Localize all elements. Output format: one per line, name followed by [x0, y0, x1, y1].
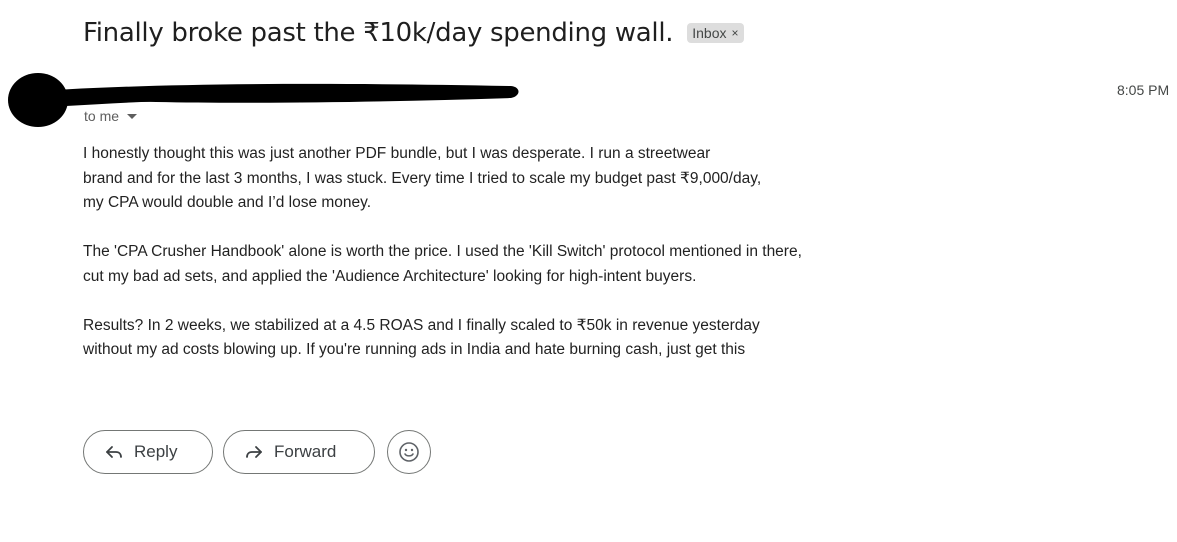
forward-arrow-icon: [246, 446, 262, 458]
email-subject: Finally broke past the ₹10k/day spending…: [83, 18, 674, 48]
reply-label: Reply: [134, 442, 178, 461]
body-line: without my ad costs blowing up. If you'r…: [83, 341, 746, 358]
body-line: my CPA would double and I’d lose money.: [83, 194, 372, 211]
body-line: I honestly thought this was just another…: [83, 145, 711, 162]
body-paragraph: I honestly thought this was just another…: [83, 142, 863, 216]
email-body: I honestly thought this was just another…: [83, 142, 863, 387]
recipient-label: to me: [84, 108, 120, 124]
caret-down-icon: [127, 113, 138, 119]
forward-button[interactable]: Forward: [223, 430, 375, 474]
body-paragraph: Results? In 2 weeks, we stabilized at a …: [83, 314, 863, 363]
body-line: cut my bad ad sets, and applied the 'Aud…: [83, 267, 697, 285]
email-timestamp: 8:05 PM: [1117, 82, 1170, 98]
body-line: brand and for the last 3 months, I was s…: [83, 169, 762, 187]
reply-arrow-icon: [106, 446, 122, 458]
subject-row: Finally broke past the ₹10k/day spending…: [83, 18, 744, 48]
emoji-reaction-button[interactable]: [387, 430, 431, 474]
remove-label-icon[interactable]: ×: [731, 26, 738, 40]
forward-label: Forward: [274, 442, 337, 461]
reply-button[interactable]: Reply: [83, 430, 213, 474]
reply-actions: Reply Forward: [83, 430, 431, 474]
body-line: Results? In 2 weeks, we stabilized at a …: [83, 316, 760, 334]
smiley-icon: [399, 442, 419, 462]
label-text: Inbox: [692, 25, 727, 41]
body-paragraph: The 'CPA Crusher Handbook' alone is wort…: [83, 240, 863, 289]
inbox-label-chip[interactable]: Inbox ×: [687, 23, 744, 43]
body-line: The 'CPA Crusher Handbook' alone is wort…: [83, 243, 802, 260]
email-view: Finally broke past the ₹10k/day spending…: [0, 0, 1177, 542]
recipient-details-toggle[interactable]: to me: [84, 108, 138, 124]
